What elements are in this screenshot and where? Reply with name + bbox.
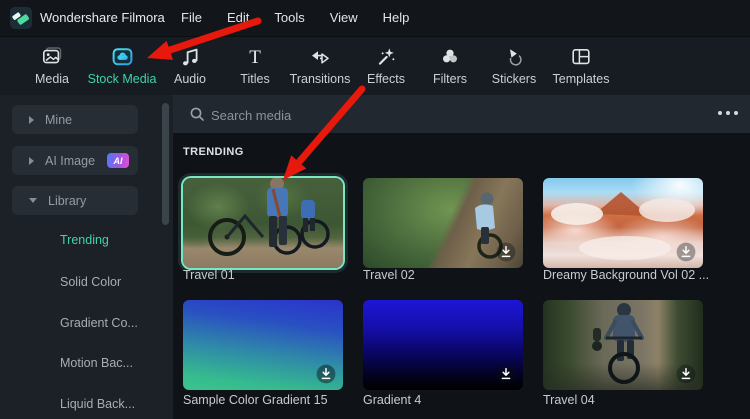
bike-scene-graphic [183,178,343,268]
media-thumbnail-gradient-4[interactable] [363,300,523,390]
media-thumbnail-color-gradient-15[interactable] [183,300,343,390]
stock-media-sidebar: Mine AI Image AI Library Trending Solid … [0,95,173,419]
tab-audio[interactable]: Audio [153,43,227,86]
media-thumbnail-dreamy-background[interactable] [543,178,703,268]
download-icon[interactable] [496,364,516,384]
stock-media-icon [85,43,159,71]
media-title: Sample Color Gradient 15 [183,393,328,407]
media-type-toolbar: Media [0,36,750,96]
menu-help[interactable]: Help [383,0,410,36]
sidebar-group-ai-image[interactable]: AI Image AI [12,146,138,175]
tab-filters-label: Filters [413,72,487,86]
menu-file[interactable]: File [181,0,202,36]
search-icon [188,105,206,123]
media-title: Travel 01 [183,268,235,282]
tab-effects[interactable]: Effects [349,43,423,86]
media-title: Gradient 4 [363,393,421,407]
menu-bar: Wondershare Filmora File Edit Tools View… [0,0,750,36]
stickers-icon [477,43,551,71]
sidebar-scrollbar[interactable] [162,103,169,225]
sidebar-item-motion-background[interactable]: Motion Bac... [60,356,133,370]
tab-transitions-label: Transitions [283,72,357,86]
search-input[interactable] [209,102,513,128]
sidebar-group-label: Mine [45,113,72,127]
more-options-button[interactable] [718,111,738,115]
sidebar-item-trending[interactable]: Trending [60,233,109,247]
media-thumbnail-travel-04[interactable] [543,300,703,390]
menu-items: File Edit Tools View Help [181,0,409,36]
tab-filters[interactable]: Filters [413,43,487,86]
tab-effects-label: Effects [349,72,423,86]
sidebar-item-liquid-background[interactable]: Liquid Back... [60,397,135,411]
download-icon[interactable] [676,242,696,262]
effects-icon [349,43,423,71]
media-thumbnail-travel-01[interactable] [183,178,343,268]
chevron-right-icon [29,157,34,165]
section-title: TRENDING [183,146,244,158]
menu-edit[interactable]: Edit [227,0,249,36]
sidebar-item-gradient-color[interactable]: Gradient Co... [60,316,138,330]
stock-media-panel: TRENDING Travel 01 [173,95,750,419]
tab-titles[interactable]: T Titles [218,43,292,86]
titles-icon: T [218,43,292,71]
templates-icon [544,43,618,71]
media-title: Travel 04 [543,393,595,407]
media-thumbnail-travel-02[interactable] [363,178,523,268]
tab-audio-label: Audio [153,72,227,86]
media-title: Dreamy Background Vol 02 ... [543,268,709,282]
download-icon[interactable] [316,364,336,384]
tab-titles-label: Titles [218,72,292,86]
media-icon [15,43,89,71]
filmora-window: Wondershare Filmora File Edit Tools View… [0,0,750,419]
tab-stock-media-label: Stock Media [85,72,159,86]
search-bar [173,95,750,133]
menu-view[interactable]: View [330,0,358,36]
audio-icon [153,43,227,71]
tab-templates[interactable]: Templates [544,43,618,86]
sidebar-group-label: Library [48,194,86,208]
svg-text:T: T [249,47,261,68]
tab-transitions[interactable]: Transitions [283,43,357,86]
chevron-down-icon [29,198,37,203]
transitions-icon [283,43,357,71]
tab-media[interactable]: Media [15,43,89,86]
sidebar-group-mine[interactable]: Mine [12,105,138,134]
download-icon[interactable] [496,242,516,262]
tab-stock-media[interactable]: Stock Media [85,43,159,86]
app-title: Wondershare Filmora [40,0,165,36]
tab-media-label: Media [15,72,89,86]
chevron-right-icon [29,116,34,124]
tab-stickers-label: Stickers [477,72,551,86]
media-title: Travel 02 [363,268,415,282]
filmora-logo-icon [10,7,32,29]
filters-icon [413,43,487,71]
sidebar-group-label: AI Image [45,154,95,168]
sidebar-item-solid-color[interactable]: Solid Color [60,275,121,289]
ai-badge: AI [107,153,129,168]
tab-templates-label: Templates [544,72,618,86]
more-options-icon [718,111,722,115]
download-icon[interactable] [676,364,696,384]
menu-tools[interactable]: Tools [274,0,304,36]
sidebar-group-library[interactable]: Library [12,186,138,215]
tab-stickers[interactable]: Stickers [477,43,551,86]
